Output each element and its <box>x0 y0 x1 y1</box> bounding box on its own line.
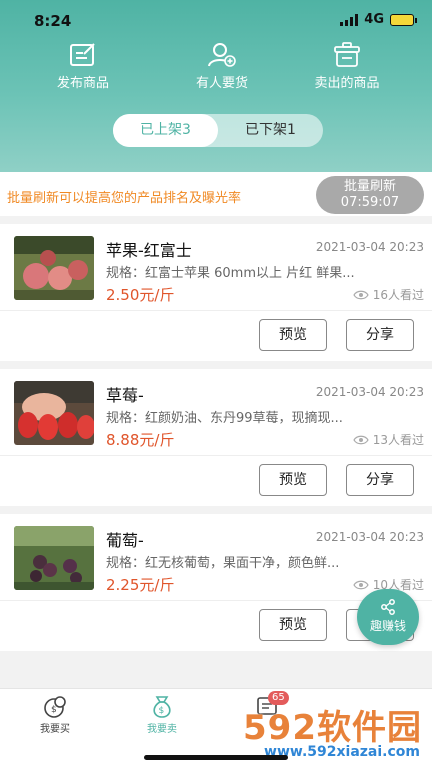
watermark-brand: 592软件园 <box>243 708 422 748</box>
product-views: 13人看过 <box>353 431 424 448</box>
product-card[interactable]: 草莓- 2021-03-04 20:23 规格：红颜奶油、东丹99草莓，现摘现.… <box>0 369 432 506</box>
product-date: 2021-03-04 20:23 <box>315 385 424 399</box>
status-indicators: 4G <box>340 12 417 27</box>
refresh-countdown: 07:59:07 <box>340 195 400 210</box>
eye-icon <box>353 580 369 589</box>
product-spec: 规格：红富士苹果 60mm以上 片红 鲜果... <box>106 266 355 281</box>
box-icon <box>334 42 360 67</box>
batch-refresh-label: 批量刷新 <box>343 179 396 194</box>
product-price: 8.88元/斤 <box>106 431 175 449</box>
status-bar: 8:24 4G <box>0 0 432 40</box>
preview-button[interactable]: 预览 <box>259 464 327 496</box>
product-views: 16人看过 <box>353 286 424 303</box>
product-spec: 规格：红无核葡萄，果面干净，颜色鲜... <box>106 556 340 571</box>
product-price: 2.25元/斤 <box>106 576 175 594</box>
sell-icon: $ <box>153 696 171 718</box>
publish-product-label: 发布商品 <box>56 76 109 91</box>
product-price: 2.50元/斤 <box>106 286 175 304</box>
earn-money-label: 趣赚钱 <box>369 619 406 633</box>
top-actions: 发布商品 有人要货 卖出的商品 <box>0 42 432 92</box>
product-title[interactable]: 苹果-红富士 <box>106 237 192 261</box>
product-thumbnail-strawberries[interactable] <box>14 381 94 445</box>
network-label: 4G <box>364 12 384 27</box>
earn-money-button[interactable]: 趣赚钱 <box>357 589 419 645</box>
edit-icon <box>70 43 95 66</box>
eye-icon <box>353 290 369 299</box>
user-add-icon <box>208 43 236 67</box>
battery-icon <box>390 13 417 26</box>
wanted-goods-button[interactable]: 有人要货 <box>167 42 277 91</box>
home-indicator <box>144 755 288 760</box>
product-thumbnail-grapes[interactable] <box>14 526 94 590</box>
tab-delisted[interactable]: 已下架1 <box>218 114 323 147</box>
product-date: 2021-03-04 20:23 <box>315 240 424 254</box>
preview-button[interactable]: 预览 <box>259 609 327 641</box>
refresh-notice-bar: 批量刷新可以提高您的产品排名及曝光率 批量刷新 07:59:07 <box>0 172 432 216</box>
product-spec: 规格：红颜奶油、东丹99草莓，现摘现... <box>106 411 343 426</box>
eye-icon <box>353 435 369 444</box>
publish-product-button[interactable]: 发布商品 <box>28 42 138 91</box>
card-divider <box>0 455 432 456</box>
views-count: 16人看过 <box>372 288 424 302</box>
tab-sell-label: 我要卖 <box>147 724 177 735</box>
listing-status-toggle: 已上架3 已下架1 <box>113 114 323 147</box>
batch-refresh-button[interactable]: 批量刷新 07:59:07 <box>316 176 424 214</box>
buy-icon: $ <box>44 696 66 718</box>
status-time: 8:24 <box>34 12 72 30</box>
card-divider <box>0 310 432 311</box>
refresh-notice-text: 批量刷新可以提高您的产品排名及曝光率 <box>7 191 242 206</box>
share-icon <box>381 599 395 615</box>
product-thumbnail-apples[interactable] <box>14 236 94 300</box>
svg-text:$: $ <box>159 706 165 716</box>
header: 8:24 4G 发布商品 有人要货 卖出的商品 已上架3 已下架1 <box>0 0 432 172</box>
preview-button[interactable]: 预览 <box>259 319 327 351</box>
product-date: 2021-03-04 20:23 <box>315 530 424 544</box>
wanted-goods-label: 有人要货 <box>195 76 248 91</box>
tab-sell[interactable]: $ 我要卖 <box>127 695 197 735</box>
sold-products-label: 卖出的商品 <box>314 76 380 91</box>
views-count: 13人看过 <box>372 433 424 447</box>
sold-products-button[interactable]: 卖出的商品 <box>292 42 402 91</box>
share-button[interactable]: 分享 <box>346 464 414 496</box>
tab-listed[interactable]: 已上架3 <box>113 114 218 147</box>
signal-icon <box>340 13 359 26</box>
tab-buy[interactable]: $ 我要买 <box>20 695 90 735</box>
tab-buy-label: 我要买 <box>40 724 70 735</box>
product-title[interactable]: 草莓- <box>106 382 144 406</box>
share-button[interactable]: 分享 <box>346 319 414 351</box>
product-title[interactable]: 葡萄- <box>106 527 144 551</box>
product-card[interactable]: 苹果-红富士 2021-03-04 20:23 规格：红富士苹果 60mm以上 … <box>0 224 432 361</box>
svg-text:$: $ <box>51 705 57 715</box>
